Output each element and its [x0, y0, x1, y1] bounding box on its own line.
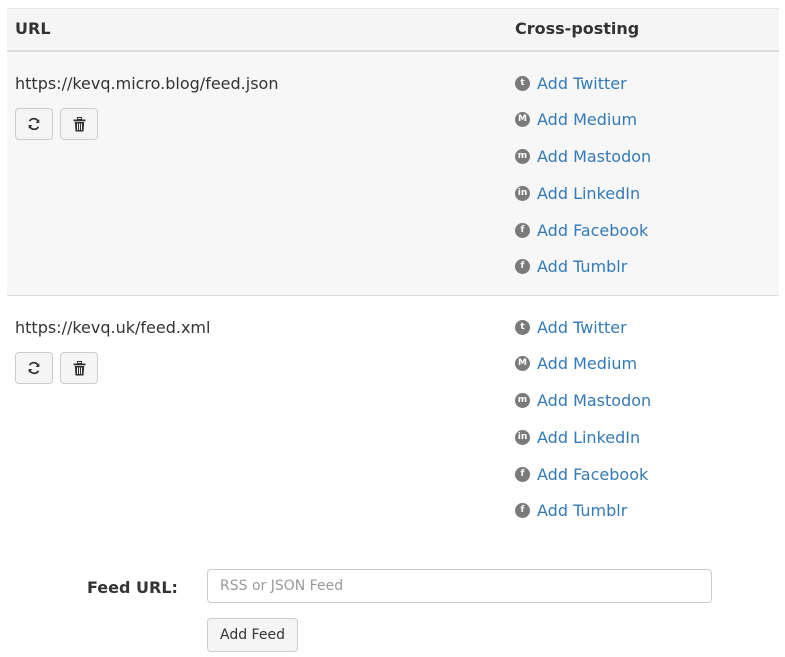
add-mastodon-link[interactable]: m Add Mastodon — [515, 391, 651, 411]
facebook-icon: f — [515, 466, 530, 482]
tumblr-icon: f — [515, 503, 530, 519]
add-facebook-link[interactable]: f Add Facebook — [515, 220, 651, 240]
add-facebook-link[interactable]: f Add Facebook — [515, 464, 651, 484]
medium-icon: M — [515, 112, 530, 128]
add-mastodon-link[interactable]: m Add Mastodon — [515, 147, 651, 167]
feed-url: https://kevq.micro.blog/feed.json — [15, 74, 279, 93]
refresh-icon — [28, 117, 40, 131]
table-row: https://kevq.uk/feed.xml t Add Twitter M… — [7, 296, 779, 541]
feeds-table: URL Cross-posting https://kevq.micro.blo… — [7, 8, 779, 541]
table-header: URL Cross-posting — [7, 8, 779, 52]
add-tumblr-link[interactable]: f Add Tumblr — [515, 501, 651, 521]
link-label: Add LinkedIn — [537, 183, 641, 203]
add-twitter-link[interactable]: t Add Twitter — [515, 317, 651, 337]
linkedin-icon: in — [515, 429, 530, 445]
link-label: Add Facebook — [537, 220, 649, 240]
table-row: https://kevq.micro.blog/feed.json t Add … — [7, 52, 779, 296]
add-linkedin-link[interactable]: in Add LinkedIn — [515, 183, 651, 203]
linkedin-icon: in — [515, 185, 530, 201]
add-medium-link[interactable]: M Add Medium — [515, 354, 651, 374]
medium-icon: M — [515, 356, 530, 372]
twitter-icon: t — [515, 319, 530, 335]
tumblr-icon: f — [515, 259, 530, 275]
link-label: Add Mastodon — [537, 391, 652, 411]
feed-url-input[interactable] — [207, 569, 712, 603]
feed-url: https://kevq.uk/feed.xml — [15, 318, 211, 337]
delete-button[interactable] — [60, 352, 98, 384]
add-twitter-link[interactable]: t Add Twitter — [515, 73, 651, 93]
trash-icon — [73, 360, 85, 375]
add-feed-button[interactable]: Add Feed — [207, 618, 298, 652]
twitter-icon: t — [515, 75, 530, 91]
link-label: Add Facebook — [537, 464, 649, 484]
facebook-icon: f — [515, 222, 530, 238]
link-label: Add Tumblr — [537, 501, 628, 521]
refresh-button[interactable] — [15, 352, 53, 384]
refresh-button[interactable] — [15, 108, 53, 140]
link-label: Add Twitter — [537, 73, 627, 93]
column-header-url: URL — [15, 19, 51, 38]
link-label: Add Medium — [537, 354, 638, 374]
add-medium-link[interactable]: M Add Medium — [515, 110, 651, 130]
trash-icon — [73, 116, 85, 131]
link-label: Add Tumblr — [537, 257, 628, 277]
feed-url-label: Feed URL: — [87, 578, 178, 597]
link-label: Add LinkedIn — [537, 427, 641, 447]
refresh-icon — [28, 361, 40, 375]
mastodon-icon: m — [515, 149, 530, 165]
add-tumblr-link[interactable]: f Add Tumblr — [515, 257, 651, 277]
column-header-cross-posting: Cross-posting — [515, 19, 640, 38]
link-label: Add Medium — [537, 110, 638, 130]
link-label: Add Mastodon — [537, 147, 652, 167]
cross-posting-links: t Add Twitter M Add Medium m Add Mastodo… — [515, 317, 651, 538]
cross-posting-links: t Add Twitter M Add Medium m Add Mastodo… — [515, 73, 651, 294]
add-linkedin-link[interactable]: in Add LinkedIn — [515, 427, 651, 447]
mastodon-icon: m — [515, 393, 530, 409]
delete-button[interactable] — [60, 108, 98, 140]
link-label: Add Twitter — [537, 317, 627, 337]
